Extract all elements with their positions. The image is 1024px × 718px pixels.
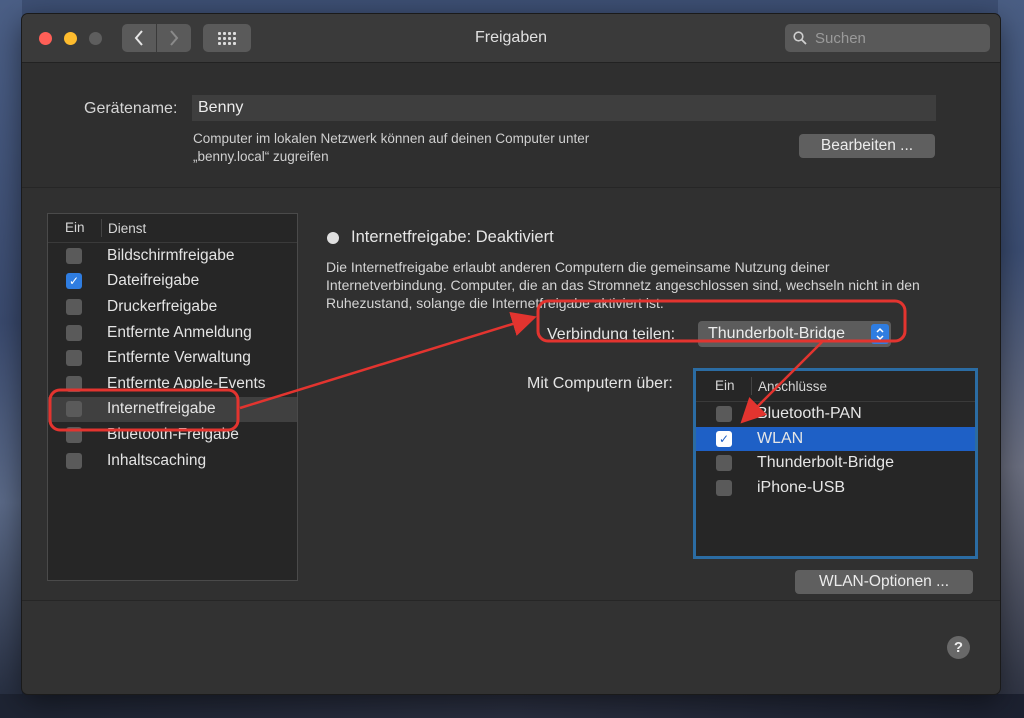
port-label: Thunderbolt-Bridge — [757, 454, 894, 472]
service-row[interactable]: Entfernte Apple-Events — [48, 371, 297, 397]
column-header-ports[interactable]: Anschlüsse — [752, 379, 827, 394]
desktop-wallpaper-bottom — [0, 694, 1024, 718]
service-checkbox[interactable]: ✓ — [66, 273, 82, 290]
port-checkbox[interactable] — [716, 406, 732, 423]
updown-arrows-icon — [871, 324, 889, 344]
service-list: Ein Dienst Bildschirmfreigabe ✓ Dateifreig… — [47, 213, 298, 581]
service-row[interactable]: Entfernte Anmeldung — [48, 320, 297, 346]
service-row[interactable]: Inhaltscaching — [48, 448, 297, 474]
service-row[interactable]: ✓ Dateifreigabe — [48, 269, 297, 295]
share-connection-value: Thunderbolt-Bridge — [708, 325, 845, 342]
service-label: Entfernte Anmeldung — [107, 323, 252, 341]
service-row[interactable]: Entfernte Verwaltung — [48, 345, 297, 371]
port-rows: Bluetooth-PAN ✓ WLAN Thunderbolt-Bridge iPho… — [696, 402, 975, 500]
desktop-wallpaper-left — [0, 0, 22, 718]
device-name-hint: Computer im lokalen Netzwerk können auf … — [193, 131, 590, 164]
port-row[interactable]: Thunderbolt-Bridge — [696, 451, 975, 476]
port-checkbox[interactable]: ✓ — [716, 430, 732, 447]
service-row[interactable]: Bildschirmfreigabe — [48, 243, 297, 269]
port-checkbox[interactable] — [716, 480, 732, 497]
service-label: Dateifreigabe — [107, 272, 200, 290]
service-checkbox[interactable] — [66, 452, 82, 469]
port-label: iPhone-USB — [757, 479, 846, 497]
service-status: Internetfreigabe: Deaktiviert — [351, 228, 554, 246]
service-label: Entfernte Apple-Events — [107, 374, 266, 392]
search-icon — [793, 31, 807, 45]
checkmark-icon: ✓ — [68, 274, 80, 289]
service-row[interactable]: Druckerfreigabe — [48, 294, 297, 320]
service-label: Druckerfreigabe — [107, 297, 218, 315]
checkmark-icon: ✓ — [718, 431, 730, 446]
port-row[interactable]: iPhone-USB — [696, 476, 975, 501]
service-row[interactable]: Internetfreigabe — [48, 396, 297, 423]
column-header-on[interactable]: Ein — [696, 377, 752, 395]
column-header-on[interactable]: Ein — [48, 219, 102, 237]
sharing-window: Freigaben Gerätename: Computer im lokale… — [22, 14, 1000, 694]
search-input[interactable] — [813, 28, 977, 48]
search-field[interactable] — [785, 24, 990, 52]
title-bar: Freigaben — [22, 14, 1000, 63]
service-checkbox[interactable] — [66, 350, 82, 367]
port-checkbox[interactable] — [716, 455, 732, 472]
service-checkbox[interactable] — [66, 298, 82, 315]
desktop-wallpaper-right — [998, 0, 1024, 718]
service-checkbox[interactable] — [66, 247, 82, 264]
device-name-section: Gerätename: Computer im lokalen Netzwerk… — [22, 63, 1000, 188]
service-rows: Bildschirmfreigabe ✓ Dateifreigabe Druckerf… — [48, 243, 297, 473]
service-checkbox[interactable] — [66, 401, 82, 418]
port-label: Bluetooth-PAN — [757, 405, 862, 423]
device-name-label: Gerätename: — [84, 100, 178, 117]
service-label: Internetfreigabe — [107, 400, 216, 418]
help-icon: ? — [953, 639, 964, 656]
service-list-header: Ein Dienst — [48, 214, 297, 243]
service-label: Inhaltscaching — [107, 451, 207, 469]
device-name-input[interactable] — [192, 95, 936, 121]
edit-button[interactable]: Bearbeiten ... — [799, 134, 935, 158]
service-checkbox[interactable] — [66, 375, 82, 392]
port-row[interactable]: Bluetooth-PAN — [696, 402, 975, 427]
status-indicator-icon — [327, 232, 339, 244]
port-row[interactable]: ✓ WLAN — [696, 426, 975, 452]
service-label: Bildschirmfreigabe — [107, 246, 235, 264]
ports-list-header: Ein Anschlüsse — [696, 371, 975, 402]
service-checkbox[interactable] — [66, 324, 82, 341]
share-connection-select[interactable]: Thunderbolt-Bridge — [698, 321, 891, 347]
service-checkbox[interactable] — [66, 426, 82, 443]
to-computers-label: Mit Computern über: — [527, 375, 673, 392]
ports-list: Ein Anschlüsse Bluetooth-PAN ✓ WLAN Thunder… — [693, 368, 978, 559]
help-button[interactable]: ? — [947, 636, 970, 659]
column-header-service[interactable]: Dienst — [102, 221, 146, 236]
service-row[interactable]: Bluetooth-Freigabe — [48, 422, 297, 448]
share-connection-label: Verbindung teilen: — [547, 326, 676, 343]
service-label: Entfernte Verwaltung — [107, 349, 251, 367]
service-description: Die Internetfreigabe erlaubt anderen Com… — [326, 259, 920, 311]
main-section: Ein Dienst Bildschirmfreigabe ✓ Dateifreig… — [22, 188, 1000, 601]
service-label: Bluetooth-Freigabe — [107, 425, 239, 443]
wlan-options-button[interactable]: WLAN-Optionen ... — [795, 570, 973, 594]
port-label: WLAN — [757, 429, 804, 447]
